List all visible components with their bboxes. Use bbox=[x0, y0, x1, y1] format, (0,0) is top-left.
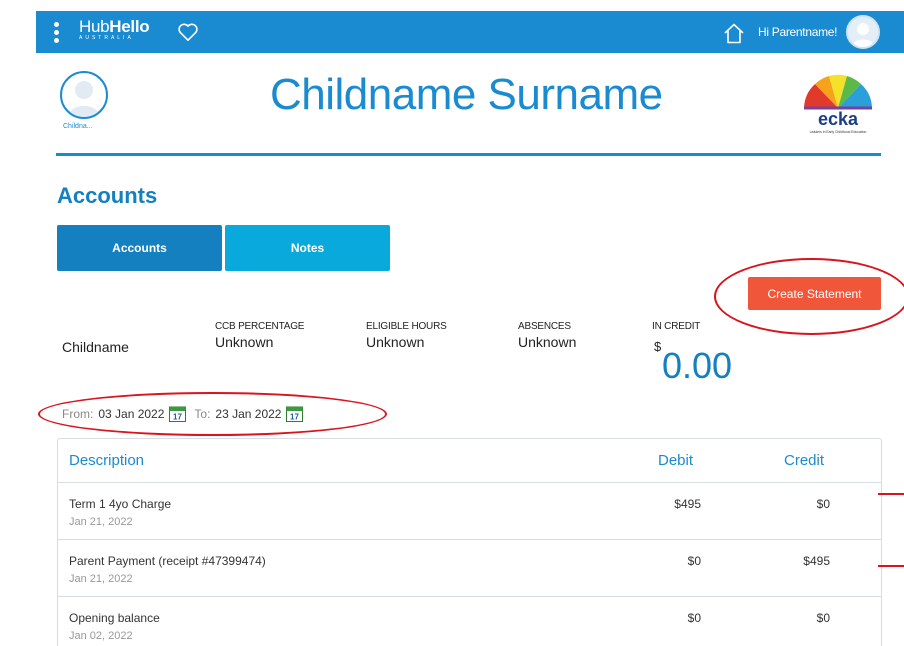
child-avatar-label: Childna... bbox=[63, 123, 93, 130]
child-avatar[interactable] bbox=[60, 71, 108, 119]
header-debit: Debit bbox=[658, 452, 694, 469]
row-description: Opening balance bbox=[69, 611, 160, 625]
table-row[interactable]: Parent Payment (receipt #47399474) Jan 2… bbox=[58, 540, 881, 597]
row-credit: $495 bbox=[803, 554, 830, 568]
tab-accounts[interactable]: Accounts bbox=[57, 225, 222, 271]
table-header: Description Debit Credit bbox=[58, 439, 881, 483]
brand-text: ecka bbox=[818, 109, 859, 129]
table-row[interactable]: Term 1 4yo Charge Jan 21, 2022 $495 $0 bbox=[58, 483, 881, 540]
credit-currency: $ bbox=[654, 339, 662, 354]
user-avatar[interactable] bbox=[846, 15, 880, 49]
top-navigation-bar: HubHello AUSTRALIA Hi Parentname! bbox=[36, 11, 904, 53]
absences: ABSENCES Unknown bbox=[518, 321, 576, 350]
eligible-hours: ELIGIBLE HOURS Unknown bbox=[366, 321, 447, 350]
annotation-circle-create-statement bbox=[714, 258, 904, 335]
summary-child-name: Childname bbox=[62, 339, 129, 355]
row-date: Jan 21, 2022 bbox=[69, 573, 133, 585]
ccb-value: Unknown bbox=[215, 334, 274, 350]
eligible-hours-label: ELIGIBLE HOURS bbox=[366, 321, 447, 332]
absences-label: ABSENCES bbox=[518, 321, 571, 332]
annotation-circle-date-range bbox=[38, 392, 387, 436]
page-title: Childname Surname bbox=[270, 70, 663, 119]
annotation-line-row-1 bbox=[878, 493, 904, 495]
tab-notes[interactable]: Notes bbox=[225, 225, 390, 271]
row-date: Jan 02, 2022 bbox=[69, 630, 133, 642]
brand-tagline: Leaders in Early Childhood Education bbox=[810, 130, 867, 134]
absences-value: Unknown bbox=[518, 334, 577, 350]
table-row[interactable]: Opening balance Jan 02, 2022 $0 $0 bbox=[58, 597, 881, 646]
hubhello-logo[interactable]: HubHello AUSTRALIA bbox=[79, 18, 150, 41]
user-greeting[interactable]: Hi Parentname! bbox=[758, 25, 837, 39]
in-credit-label: IN CREDIT bbox=[652, 321, 701, 332]
row-debit: $0 bbox=[687, 611, 701, 625]
annotation-line-row-2 bbox=[878, 565, 904, 567]
row-date: Jan 21, 2022 bbox=[69, 516, 133, 528]
header-description: Description bbox=[69, 452, 145, 469]
row-credit: $0 bbox=[816, 611, 830, 625]
row-description: Term 1 4yo Charge bbox=[69, 497, 172, 511]
home-icon[interactable] bbox=[722, 22, 746, 44]
row-description: Parent Payment (receipt #47399474) bbox=[69, 554, 266, 568]
row-credit: $0 bbox=[816, 497, 830, 511]
ecka-logo: ecka Leaders in Early Childhood Educatio… bbox=[804, 74, 872, 134]
ccb-percentage: CCB PERCENTAGE Unknown bbox=[215, 321, 304, 350]
menu-dots-icon[interactable] bbox=[54, 22, 60, 44]
heart-icon[interactable] bbox=[177, 22, 199, 42]
header-divider bbox=[56, 153, 881, 156]
transactions-table: Description Debit Credit Term 1 4yo Char… bbox=[57, 438, 882, 646]
header-credit: Credit bbox=[784, 452, 825, 469]
row-debit: $495 bbox=[674, 497, 701, 511]
section-title: Accounts bbox=[57, 183, 158, 208]
eligible-hours-value: Unknown bbox=[366, 334, 425, 350]
credit-amount: 0.00 bbox=[662, 345, 733, 386]
ccb-label: CCB PERCENTAGE bbox=[215, 321, 305, 332]
row-debit: $0 bbox=[687, 554, 701, 568]
